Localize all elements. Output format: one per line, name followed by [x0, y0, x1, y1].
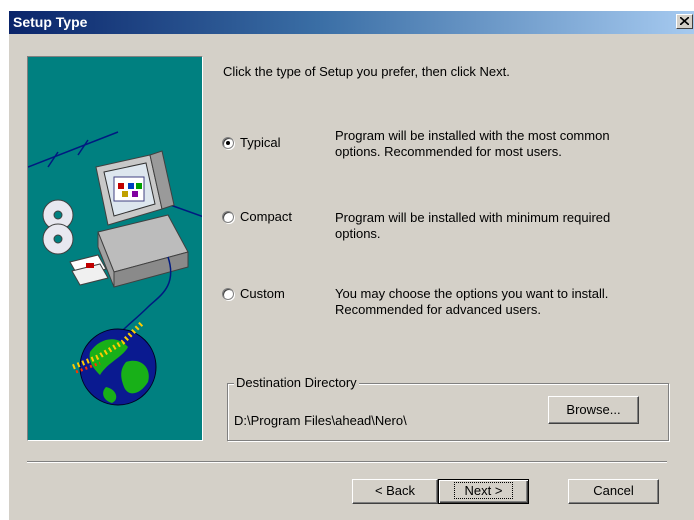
browse-button-label: Browse... — [566, 402, 621, 417]
back-button[interactable]: < Back — [352, 479, 438, 504]
title-bar[interactable]: Setup Type — [9, 11, 694, 34]
next-button-label: Next > — [453, 482, 514, 499]
custom-description: You may choose the options you want to i… — [335, 286, 665, 318]
browse-button[interactable]: Browse... — [548, 396, 639, 424]
separator-line — [27, 461, 667, 463]
close-icon — [680, 17, 689, 25]
compact-label[interactable]: Compact — [240, 209, 292, 224]
destination-path: D:\Program Files\ahead\Nero\ — [234, 413, 407, 428]
back-button-label: < Back — [374, 483, 416, 498]
custom-radio[interactable] — [222, 288, 234, 300]
custom-label[interactable]: Custom — [240, 286, 285, 301]
custom-description-line-2: Recommended for advanced users. — [335, 302, 541, 317]
radio-selected-dot — [226, 141, 230, 145]
typical-description: Program will be installed with the most … — [335, 128, 665, 160]
next-button[interactable]: Next > — [438, 479, 529, 504]
setup-illustration — [27, 56, 203, 441]
compact-radio[interactable] — [222, 211, 234, 223]
typical-description-line-1: Program will be installed with the most … — [335, 128, 610, 143]
computer-globe-illustration — [28, 131, 202, 406]
compact-description-line-2: options. — [335, 226, 381, 241]
typical-label[interactable]: Typical — [240, 135, 280, 150]
typical-radio[interactable] — [222, 137, 234, 149]
custom-description-line-1: You may choose the options you want to i… — [335, 286, 609, 301]
typical-description-line-2: options. Recommended for most users. — [335, 144, 562, 159]
window-title: Setup Type — [13, 14, 88, 30]
destination-legend: Destination Directory — [234, 375, 359, 390]
compact-description-line-1: Program will be installed with minimum r… — [335, 210, 611, 225]
close-button[interactable] — [676, 14, 693, 29]
compact-description: Program will be installed with minimum r… — [335, 210, 665, 242]
cancel-button-label: Cancel — [593, 483, 634, 498]
instruction-text: Click the type of Setup you prefer, then… — [223, 64, 510, 79]
cancel-button[interactable]: Cancel — [568, 479, 659, 504]
